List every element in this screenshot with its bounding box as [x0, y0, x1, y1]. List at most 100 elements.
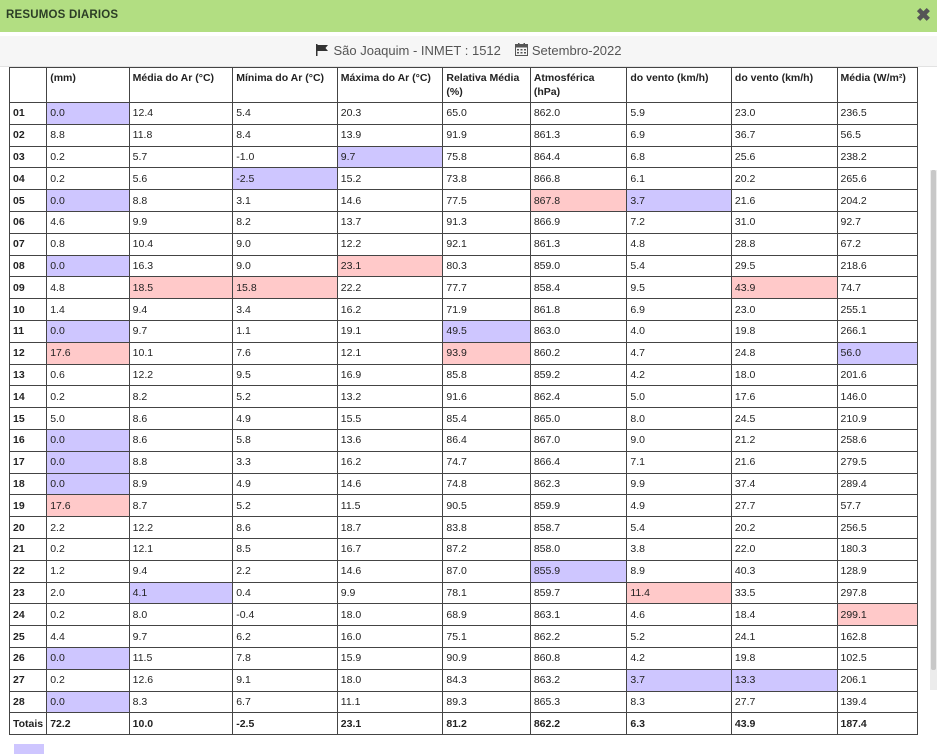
table-cell: 27.7 [730, 494, 838, 518]
day-cell: 01 [9, 102, 48, 125]
station-header: São Joaquim - INMET : 1512 Setembro-2022 [0, 36, 937, 67]
table-cell: 4.9 [232, 407, 338, 430]
day-cell: 19 [9, 494, 48, 518]
column-header [9, 67, 48, 103]
table-cell: 7.2 [626, 210, 732, 234]
table-cell: 20.2 [730, 167, 838, 191]
table-cell: 864.4 [529, 145, 628, 169]
table-cell: 162.8 [836, 625, 918, 648]
totals-cell: 81.2 [442, 712, 531, 736]
table-cell: 4.8 [46, 276, 130, 300]
table-cell: 859.9 [529, 494, 628, 518]
table-cell: 92.1 [442, 232, 531, 256]
scrollbar-thumb[interactable] [931, 170, 936, 670]
table-cell: 14.6 [336, 559, 444, 583]
table-cell: 8.8 [128, 189, 234, 212]
day-cell: 21 [9, 537, 48, 561]
table-cell: 16.9 [336, 363, 444, 387]
title-bar: RESUMOS DIARIOS ✖ [0, 0, 937, 32]
table-cell: 74.7 [442, 450, 531, 474]
day-cell: 09 [9, 276, 48, 300]
column-header: do vento (km/h) [626, 67, 732, 103]
table-cell: 0.0 [46, 428, 130, 452]
table-cell: 21.2 [730, 428, 838, 452]
table-row: 25 4.4 9.7 6.2 16.0 75.1 862.2 5.2 24.1 162.8 [9, 625, 918, 648]
table-cell: 13.3 [730, 668, 838, 692]
table-cell: 15.5 [336, 407, 444, 430]
table-cell: 21.6 [730, 450, 838, 474]
table-cell: 18.0 [336, 603, 444, 627]
table-row: 05 0.0 8.8 3.1 14.6 77.5 867.8 3.7 21.6 204.2 [9, 189, 918, 212]
table-row: 15 5.0 8.6 4.9 15.5 85.4 865.0 8.0 24.5 210.9 [9, 407, 918, 430]
table-cell: 56.0 [836, 341, 918, 365]
close-icon[interactable]: ✖ [916, 5, 931, 25]
table-cell: 862.4 [529, 385, 628, 409]
table-cell: 9.7 [128, 319, 234, 343]
table-cell: 867.0 [529, 428, 628, 452]
table-cell: 77.5 [442, 189, 531, 212]
table-cell: 102.5 [836, 646, 918, 670]
table-cell: 862.0 [529, 102, 628, 125]
table-cell: 90.9 [442, 646, 531, 670]
table-cell: -1.0 [232, 145, 338, 169]
totals-cell: 43.9 [730, 712, 838, 736]
table-cell: 206.1 [836, 668, 918, 692]
table-cell: 16.3 [128, 254, 234, 278]
table-cell: 855.9 [529, 559, 628, 583]
table-cell: 238.2 [836, 145, 918, 169]
table-cell: 201.6 [836, 363, 918, 387]
table-cell: 75.8 [442, 145, 531, 169]
table-cell: 7.1 [626, 450, 732, 474]
table-row: 24 0.2 8.0 -0.4 18.0 68.9 863.1 4.6 18.4 299.1 [9, 603, 918, 627]
table-cell: 74.7 [836, 276, 918, 300]
day-cell: 05 [9, 189, 48, 212]
table-cell: 255.1 [836, 298, 918, 321]
table-cell: 4.6 [626, 603, 732, 627]
table-cell: 860.8 [529, 646, 628, 670]
calendar-icon [514, 37, 528, 67]
table-cell: 5.9 [626, 102, 732, 125]
table-cell: 12.2 [336, 232, 444, 256]
table-cell: 859.0 [529, 254, 628, 278]
table-cell: 23.0 [730, 102, 838, 125]
table-row: 13 0.6 12.2 9.5 16.9 85.8 859.2 4.2 18.0 201.6 [9, 363, 918, 387]
table-cell: 6.9 [626, 298, 732, 321]
table-row: 09 4.8 18.5 15.8 22.2 77.7 858.4 9.5 43.9 74.7 [9, 276, 918, 300]
table-header-row: (mm) Média do Ar (°C) Mínima do Ar (°C) … [9, 67, 918, 103]
table-cell: 0.6 [46, 363, 130, 387]
table-cell: 87.2 [442, 537, 531, 561]
table-cell: 89.3 [442, 690, 531, 714]
table-cell: 91.3 [442, 210, 531, 234]
table-cell: 12.1 [336, 341, 444, 365]
table-cell: 6.7 [232, 690, 338, 714]
table-cell: 24.8 [730, 341, 838, 365]
daily-summary-table-container[interactable]: (mm) Média do Ar (°C) Mínima do Ar (°C) … [9, 67, 928, 750]
table-cell: 863.0 [529, 319, 628, 343]
table-cell: 37.4 [730, 472, 838, 496]
table-cell: 5.6 [128, 167, 234, 191]
table-cell: 5.4 [626, 516, 732, 539]
flag-icon [315, 37, 329, 67]
table-cell: 146.0 [836, 385, 918, 409]
table-cell: 13.2 [336, 385, 444, 409]
table-row: 12 17.6 10.1 7.6 12.1 93.9 860.2 4.7 24.8 56.0 [9, 341, 918, 365]
table-cell: 17.6 [730, 385, 838, 409]
table-cell: 12.2 [128, 516, 234, 539]
totals-cell: 862.2 [529, 712, 628, 736]
day-cell: 04 [9, 167, 48, 191]
table-cell: 75.1 [442, 625, 531, 648]
day-cell: 14 [9, 385, 48, 409]
table-cell: 3.8 [626, 537, 732, 561]
table-cell: 4.7 [626, 341, 732, 365]
day-cell: 27 [9, 668, 48, 692]
table-cell: 83.8 [442, 516, 531, 539]
table-cell: 15.9 [336, 646, 444, 670]
table-cell: 31.0 [730, 210, 838, 234]
table-cell: 8.0 [128, 603, 234, 627]
table-cell: 865.3 [529, 690, 628, 714]
table-cell: 866.8 [529, 167, 628, 191]
table-cell: 236.5 [836, 102, 918, 125]
table-row: 19 17.6 8.7 5.2 11.5 90.5 859.9 4.9 27.7 57.7 [9, 494, 918, 518]
table-cell: 12.4 [128, 102, 234, 125]
table-cell: 0.8 [46, 232, 130, 256]
